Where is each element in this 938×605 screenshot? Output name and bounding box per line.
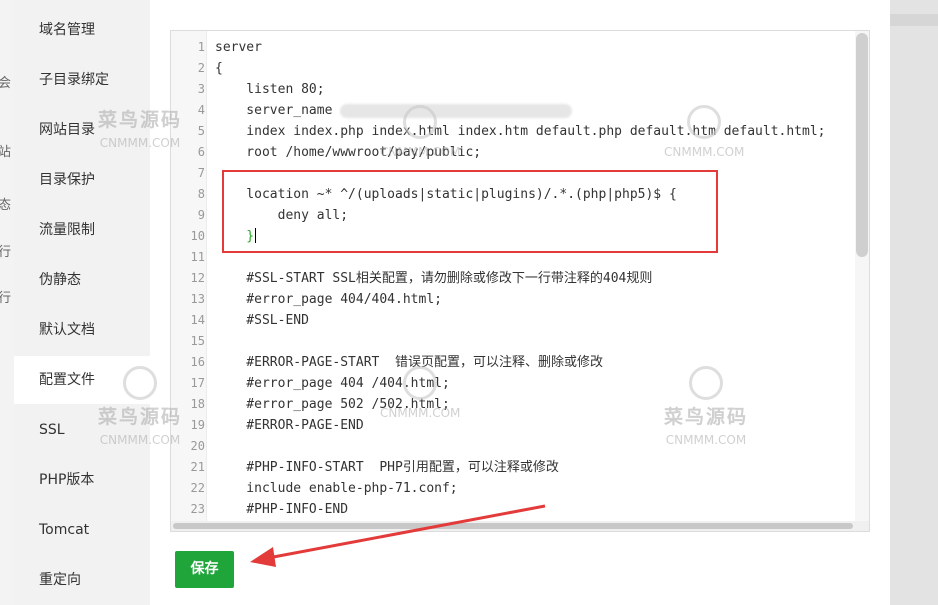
line-number: 13 — [190, 292, 205, 306]
menu-item-domain[interactable]: 域名管理 — [14, 6, 150, 54]
menu-item-php-version[interactable]: PHP版本 — [14, 456, 150, 504]
menu-item-config-file[interactable]: 配置文件 — [14, 356, 154, 404]
save-button[interactable]: 保存 — [175, 551, 234, 588]
code-line[interactable]: server_name — [215, 100, 332, 121]
line-number: 16 — [190, 355, 205, 369]
code-line[interactable]: listen 80; — [215, 79, 324, 100]
code-line[interactable]: #SSL-START SSL相关配置，请勿删除或修改下一行带注释的404规则 — [215, 268, 652, 289]
line-number: 1 — [197, 40, 205, 54]
code-line[interactable]: #error_page 404 /404.html; — [215, 373, 450, 394]
horizontal-scroll-thumb[interactable] — [173, 523, 853, 529]
code-line[interactable]: { — [215, 58, 223, 79]
background-fragment: 会 — [0, 76, 12, 91]
menu-item-traffic-limit[interactable]: 流量限制 — [14, 206, 150, 254]
line-number: 23 — [190, 502, 205, 516]
code-line[interactable]: #error_page 502 /502.html; — [215, 394, 450, 415]
menu-item-rewrite[interactable]: 伪静态 — [14, 256, 150, 304]
vertical-scrollbar[interactable] — [855, 31, 869, 521]
vertical-scroll-thumb[interactable] — [856, 33, 868, 257]
background-fragment: 行 — [0, 291, 12, 306]
code-line[interactable]: #PHP-INFO-END — [215, 499, 348, 520]
line-number: 19 — [190, 418, 205, 432]
line-number: 11 — [190, 250, 205, 264]
line-number: 7 — [197, 166, 205, 180]
line-number: 3 — [197, 82, 205, 96]
menu-item-redirect[interactable]: 重定向 — [14, 556, 150, 604]
line-number: 10 — [190, 229, 205, 243]
line-number: 21 — [190, 460, 205, 474]
background-fragment: 态 — [0, 198, 12, 213]
line-number: 15 — [190, 334, 205, 348]
code-line[interactable]: #SSL-END — [215, 310, 309, 331]
menu-item-subdir-binding[interactable]: 子目录绑定 — [14, 56, 150, 104]
menu-item-tomcat[interactable]: Tomcat — [14, 506, 150, 554]
line-number: 8 — [197, 187, 205, 201]
menu-item-ssl[interactable]: SSL — [14, 406, 150, 454]
code-line[interactable]: root /home/wwwroot/pay/public; — [215, 142, 481, 163]
background-page-right — [890, 0, 938, 605]
horizontal-scrollbar[interactable] — [171, 521, 869, 531]
code-line[interactable]: server — [215, 37, 262, 58]
line-number: 18 — [190, 397, 205, 411]
menu-item-site-directory[interactable]: 网站目录 — [14, 106, 150, 154]
line-number: 12 — [190, 271, 205, 285]
code-line[interactable]: #ERROR-PAGE-START 错误页配置，可以注释、删除或修改 — [215, 352, 603, 373]
background-fragment: 站 — [0, 145, 12, 160]
line-number: 20 — [190, 439, 205, 453]
menu-item-directory-protection[interactable]: 目录保护 — [14, 156, 150, 204]
line-number: 9 — [197, 208, 205, 222]
code-line[interactable]: #ERROR-PAGE-END — [215, 415, 363, 436]
code-line[interactable]: #PHP-INFO-START PHP引用配置，可以注释或修改 — [215, 457, 559, 478]
redacted-server-name — [340, 104, 572, 118]
background-fragment: 行 — [0, 245, 12, 260]
highlight-box — [222, 170, 718, 253]
menu-item-default-document[interactable]: 默认文档 — [14, 306, 150, 354]
site-settings-modal: 域名管理 子目录绑定 网站目录 目录保护 流量限制 伪静态 默认文档 配置文件 … — [14, 0, 890, 605]
line-number: 14 — [190, 313, 205, 327]
line-number: 6 — [197, 145, 205, 159]
background-bar — [890, 14, 938, 26]
line-number: 5 — [197, 124, 205, 138]
line-number: 4 — [197, 103, 205, 117]
code-line[interactable]: index index.php index.html index.htm def… — [215, 121, 825, 142]
settings-menu: 域名管理 子目录绑定 网站目录 目录保护 流量限制 伪静态 默认文档 配置文件 … — [14, 0, 154, 605]
code-line[interactable]: #error_page 404/404.html; — [215, 289, 442, 310]
background-page-left: 会 站 态 行 行 — [0, 0, 14, 605]
line-number-gutter: 1 2 3 4 5 6 7 8 9 10 11 12 13 14 15 16 1… — [171, 31, 207, 531]
line-number: 2 — [197, 61, 205, 75]
line-number: 22 — [190, 481, 205, 495]
line-number: 17 — [190, 376, 205, 390]
code-line[interactable]: include enable-php-71.conf; — [215, 478, 457, 499]
